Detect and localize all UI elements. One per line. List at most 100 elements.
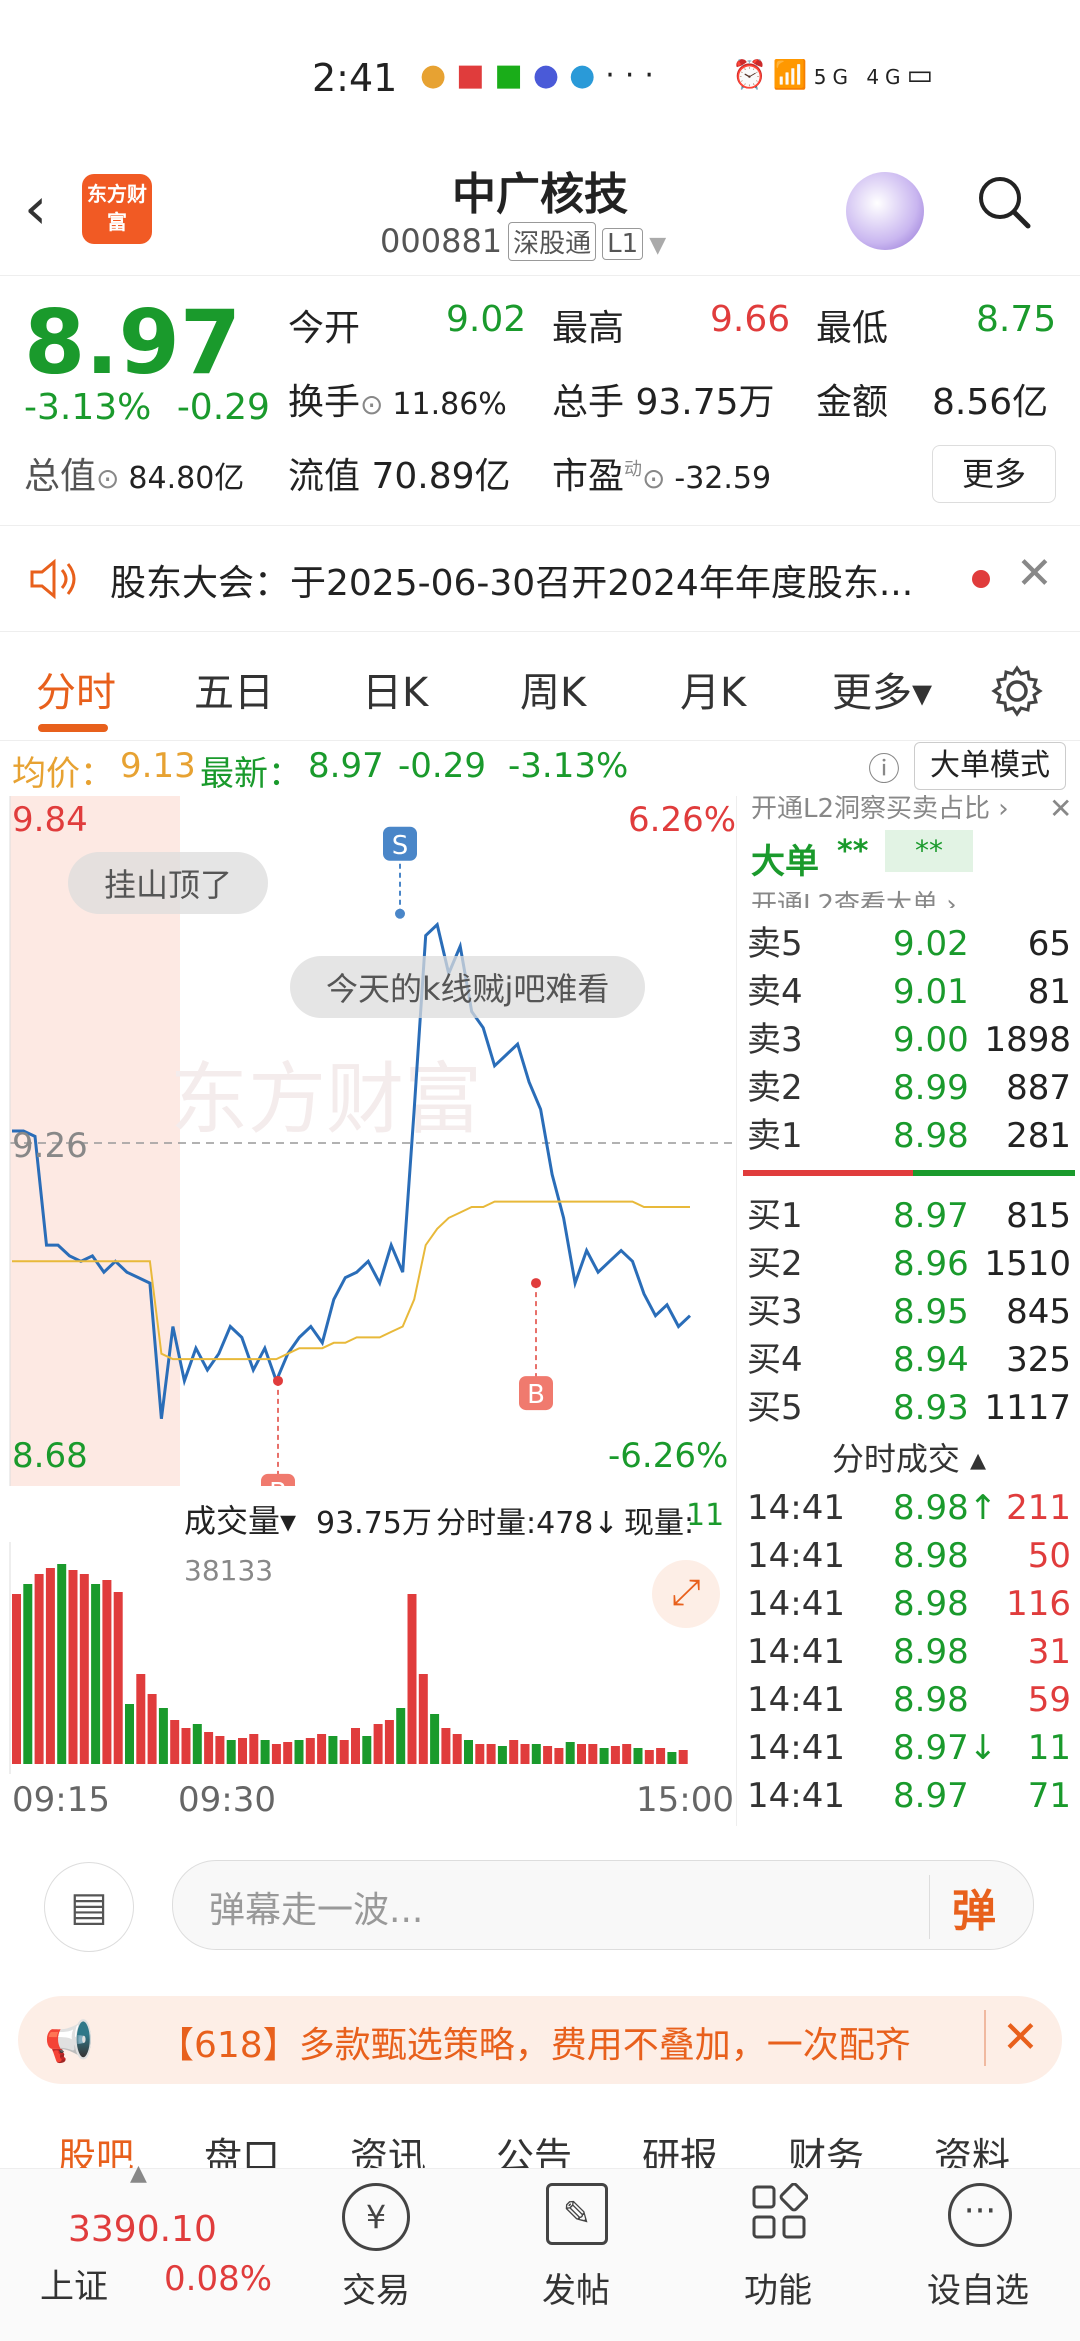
robot-assistant-icon[interactable]	[846, 172, 924, 250]
volume-bar	[384, 1720, 394, 1764]
l2-view-link[interactable]: 开通L2查看大单 ›	[751, 884, 957, 908]
wechat-icon: ■	[494, 58, 533, 93]
danmaku-input-bar: ▤ 弹幕走一波... 弹	[0, 1830, 1080, 1980]
row-price: 8.98↑	[893, 1488, 998, 1528]
trade-row[interactable]: 14:41 8.97↓ 11	[743, 1724, 1077, 1772]
trade-row[interactable]: 14:41 8.98↑ 211	[743, 1484, 1077, 1532]
row-price: 9.02	[893, 924, 969, 964]
minute-volume: 分时量:478↓	[436, 1506, 619, 1541]
ask-row[interactable]: 卖3 9.00 1898	[743, 1016, 1077, 1064]
tab-more[interactable]: 更多▾	[832, 660, 932, 718]
close-icon[interactable]: ✕	[1016, 548, 1053, 599]
promo-banner[interactable]: 📢 【618】多款甄选策略，费用不叠加，一次配齐 ✕	[18, 1996, 1062, 2084]
index-name: 上证	[40, 2267, 108, 2307]
volume-bar	[23, 1584, 33, 1764]
row-volume: 116	[1006, 1584, 1071, 1624]
help-icon[interactable]: ⓘ	[868, 744, 900, 790]
ask-row[interactable]: 卖2 8.99 887	[743, 1064, 1077, 1112]
close-icon[interactable]: ✕	[1049, 792, 1072, 825]
l2-promo-link[interactable]: 开通L2洞察买卖占比 ›	[751, 788, 1051, 825]
ask-row[interactable]: 卖4 9.01 81	[743, 968, 1077, 1016]
high-label: 最高	[552, 308, 625, 349]
row-label: 买3	[747, 1292, 803, 1332]
volume-bar	[283, 1742, 293, 1764]
current-price: 8.97	[24, 291, 242, 394]
volume-bar	[68, 1570, 78, 1764]
notice-bar[interactable]: 股东大会：于2025-06-30召开2024年年度股东... ✕	[0, 525, 1080, 632]
trade-row[interactable]: 14:41 8.98 116	[743, 1580, 1077, 1628]
trade-row[interactable]: 14:41 8.98 31	[743, 1628, 1077, 1676]
level-tag: L1	[602, 228, 644, 260]
tab-monthly-k[interactable]: 月K	[680, 660, 746, 718]
bid-row[interactable]: 买5 8.93 1117	[743, 1384, 1077, 1432]
row-label: 卖3	[747, 1020, 803, 1060]
row-price: 8.96	[893, 1244, 969, 1284]
tab-intraday[interactable]: 分时	[36, 660, 116, 718]
status-bar: 2:41 ●■■●●··· ⏰📶5G 4G▭	[0, 0, 1080, 150]
send-danmaku-button[interactable]: 弹	[929, 1875, 996, 1939]
big-order-label: 大单	[751, 842, 819, 882]
trade-row[interactable]: 14:41 8.98 50	[743, 1532, 1077, 1580]
float-cap: 流值 70.89亿	[288, 456, 511, 497]
index-change: 0.08%	[164, 2259, 273, 2299]
tab-weekly-k[interactable]: 周K	[520, 660, 586, 718]
row-label: 14:41	[747, 1584, 845, 1624]
tab-guba[interactable]: 股吧	[58, 2126, 134, 2168]
market-cap[interactable]: 总值⊙ 84.80亿	[24, 447, 244, 499]
volume-chart[interactable]: 38133 ⤢	[0, 1542, 736, 1774]
turnover[interactable]: 换手⊙ 11.86%	[288, 373, 507, 425]
bid-row[interactable]: 买3 8.95 845	[743, 1288, 1077, 1336]
trades-title[interactable]: 分时成交 ▴	[737, 1434, 1080, 1480]
nav-post[interactable]: ✎ 发帖	[506, 2169, 646, 2341]
row-volume: 325	[1006, 1340, 1071, 1380]
nav-functions[interactable]: 功能	[708, 2169, 848, 2341]
tab-finance[interactable]: 财务	[788, 2126, 864, 2168]
bid-row[interactable]: 买1 8.97 815	[743, 1192, 1077, 1240]
tab-news[interactable]: 资讯	[350, 2126, 426, 2168]
expand-icon[interactable]: ⤢	[652, 1560, 720, 1628]
notification-icons: ●■■●●···	[420, 58, 664, 93]
ask-row[interactable]: 卖5 9.02 65	[743, 920, 1077, 968]
danmaku-input[interactable]: 弹幕走一波... 弹	[172, 1860, 1034, 1950]
tab-research[interactable]: 研报	[642, 2126, 718, 2168]
row-price: 8.97	[893, 1196, 969, 1236]
tab-pankou[interactable]: 盘口	[204, 2126, 280, 2168]
volume-bar	[158, 1708, 168, 1764]
volume-bar	[136, 1674, 146, 1764]
volume-bar	[565, 1742, 575, 1764]
index-ticker[interactable]: ▲ 3390.10 上证 0.08%	[0, 2161, 300, 2341]
settings-gear-icon[interactable]	[990, 664, 1044, 718]
trade-row[interactable]: 14:41 8.98 59	[743, 1676, 1077, 1724]
nav-add-watchlist[interactable]: ··· 设自选	[908, 2169, 1048, 2341]
volume-bar	[543, 1746, 553, 1764]
volume-bar	[170, 1720, 180, 1764]
tab-profile[interactable]: 资料	[934, 2126, 1010, 2168]
marker-label: B	[269, 1478, 287, 1486]
nav-trade[interactable]: ¥ 交易	[306, 2169, 446, 2341]
volume-bar	[147, 1694, 157, 1764]
pe-ratio[interactable]: 市盈动⊙ -32.59	[552, 447, 771, 499]
more-button[interactable]: 更多	[932, 445, 1056, 503]
network-label: 5G 4G	[813, 65, 907, 89]
tab-daily-k[interactable]: 日K	[362, 660, 428, 718]
bid-row[interactable]: 买2 8.96 1510	[743, 1240, 1077, 1288]
big-order-mode-button[interactable]: 大单模式	[914, 742, 1066, 790]
volume-bar	[181, 1728, 191, 1764]
trade-row[interactable]: 14:41 8.97 71	[743, 1772, 1077, 1820]
ask-row[interactable]: 卖1 8.98 281	[743, 1112, 1077, 1160]
stock-code-row[interactable]: 000881 深股通 L1 ▼	[380, 222, 666, 261]
volume-bar	[57, 1564, 67, 1764]
intraday-chart[interactable]: 东方财富 S B B 9.84 9.26 8.68 6.26% -6.26% 挂山顶…	[0, 796, 736, 1508]
volume-selector[interactable]: 成交量▾	[184, 1496, 296, 1542]
danmaku-bubble: 挂山顶了	[68, 852, 269, 914]
close-icon[interactable]: ✕	[984, 2010, 1039, 2066]
tab-announcements[interactable]: 公告	[496, 2126, 572, 2168]
unread-dot	[972, 570, 990, 588]
bottom-navigation: ▲ 3390.10 上证 0.08% ¥ 交易 ✎ 发帖 功能 ··· 设自选	[0, 2161, 1080, 2341]
tab-five-day[interactable]: 五日	[194, 660, 274, 718]
search-icon[interactable]	[976, 174, 1032, 230]
danmaku-settings-icon[interactable]: ▤	[44, 1862, 134, 1952]
promo-text: 【618】多款甄选策略，费用不叠加，一次配齐	[158, 2025, 911, 2066]
volume-bar	[260, 1740, 270, 1764]
bid-row[interactable]: 买4 8.94 325	[743, 1336, 1077, 1384]
